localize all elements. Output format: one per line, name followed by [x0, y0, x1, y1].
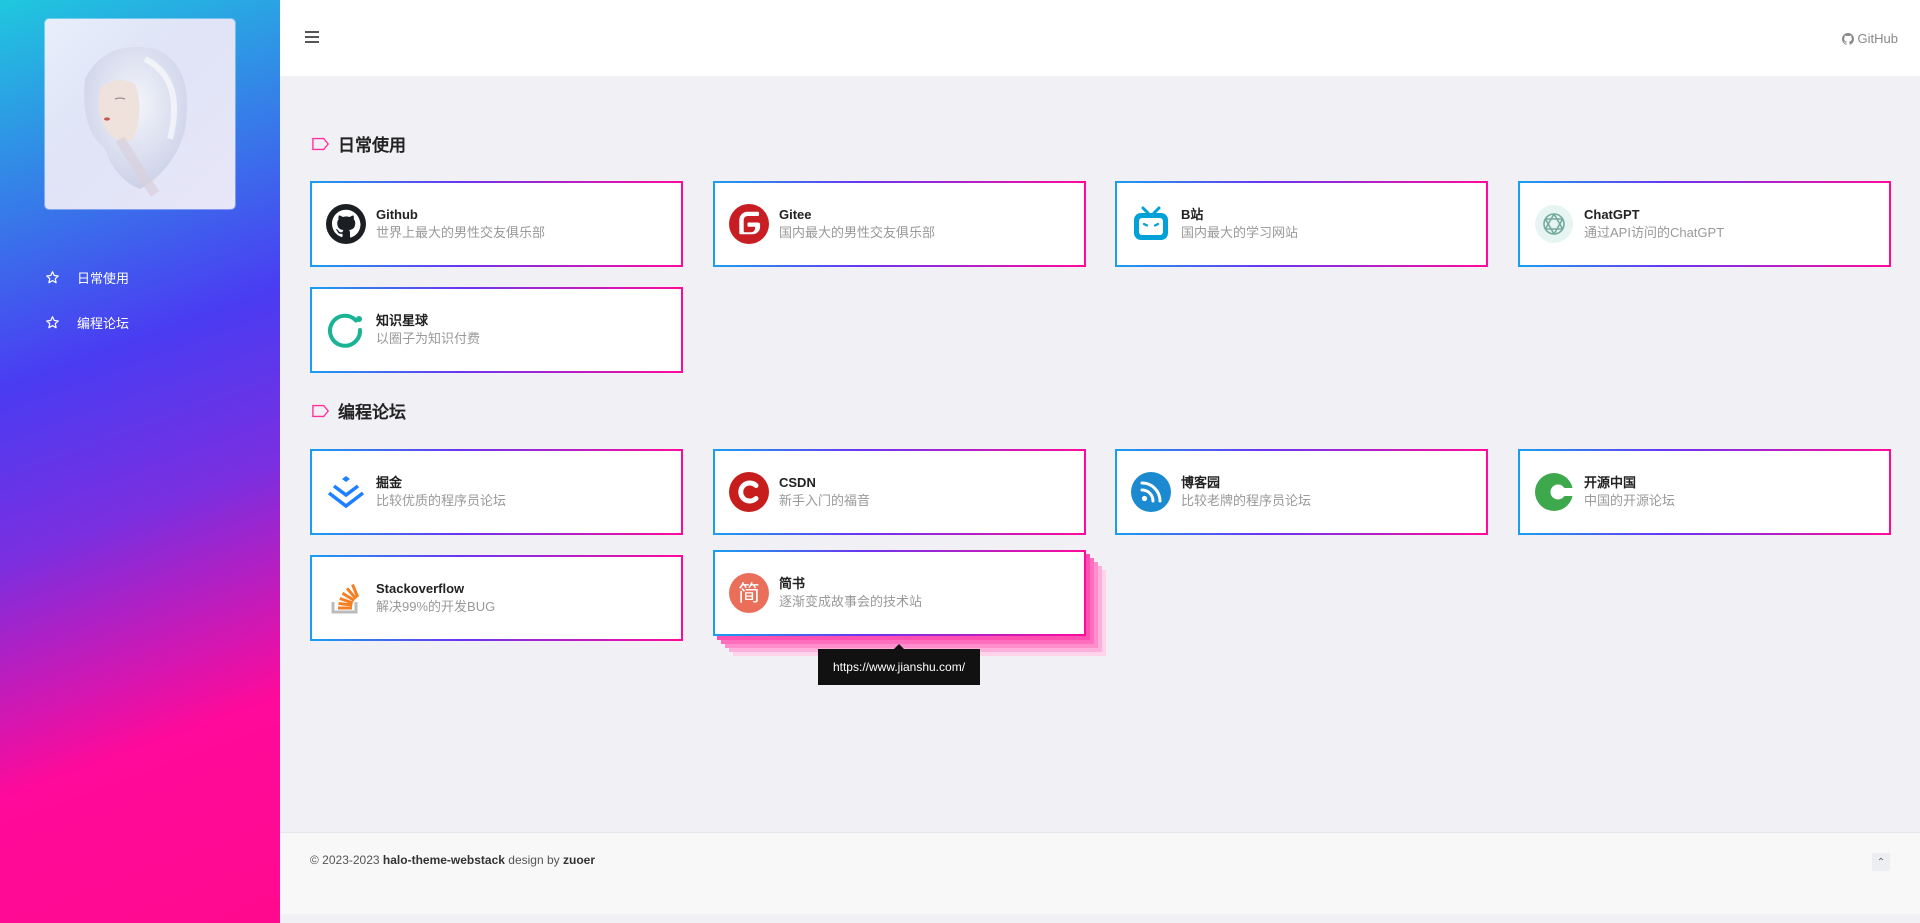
csdn-icon — [729, 472, 769, 512]
card-github[interactable]: Github 世界上最大的男性交友俱乐部 — [310, 181, 683, 267]
chatgpt-icon — [1535, 205, 1573, 243]
github-link[interactable]: GitHub — [1841, 31, 1898, 46]
card-jianshu[interactable]: 简 简书 逐渐变成故事会的技术站 — [713, 550, 1086, 636]
github-icon — [1841, 32, 1854, 45]
sidebar-item-forum[interactable]: 编程论坛 — [45, 300, 245, 345]
card-oschina[interactable]: 开源中国 中国的开源论坛 — [1518, 449, 1891, 535]
tag-icon — [312, 137, 330, 150]
footer-credit: © 2023-2023 halo-theme-webstack design b… — [310, 853, 596, 867]
bilibili-icon — [1134, 206, 1168, 240]
jianshu-icon: 简 — [729, 573, 769, 613]
section-title-forum: 编程论坛 — [312, 398, 406, 423]
stackoverflow-icon — [331, 583, 360, 614]
card-bilibili[interactable]: B站 国内最大的学习网站 — [1115, 181, 1488, 267]
gitee-icon — [729, 204, 769, 244]
author-link[interactable]: zuoer — [563, 853, 595, 867]
hamburger-menu-icon[interactable] — [305, 31, 319, 43]
sidebar: 日常使用 编程论坛 — [0, 0, 280, 923]
url-tooltip: https://www.jianshu.com/ — [818, 644, 980, 685]
sidebar-item-label: 编程论坛 — [77, 316, 130, 331]
avatar[interactable] — [45, 19, 235, 209]
zsxq-icon — [328, 313, 363, 348]
star-icon — [46, 316, 59, 329]
footer: © 2023-2023 halo-theme-webstack design b… — [280, 832, 1920, 914]
bottom-strip — [280, 914, 1920, 923]
card-chatgpt[interactable]: ChatGPT 通过API访问的ChatGPT — [1518, 181, 1891, 267]
back-to-top-button[interactable]: ⌃ — [1872, 853, 1890, 871]
svg-text:简: 简 — [738, 582, 760, 607]
card-stackoverflow[interactable]: Stackoverflow 解决99%的开发BUG — [310, 555, 683, 641]
card-gitee[interactable]: Gitee 国内最大的男性交友俱乐部 — [713, 181, 1086, 267]
portrait-image — [84, 47, 187, 197]
sidebar-item-label: 日常使用 — [77, 271, 130, 286]
star-icon — [46, 271, 59, 284]
juejin-icon — [327, 476, 365, 509]
card-cnblogs[interactable]: 博客园 比较老牌的程序员论坛 — [1115, 449, 1488, 535]
github-link-label: GitHub — [1857, 31, 1898, 46]
github-icon — [326, 204, 366, 244]
tag-icon — [312, 404, 330, 417]
theme-link[interactable]: halo-theme-webstack — [383, 853, 505, 867]
sidebar-item-daily[interactable]: 日常使用 — [45, 255, 245, 300]
sidebar-nav: 日常使用 编程论坛 — [45, 255, 245, 345]
card-juejin[interactable]: 掘金 比较优质的程序员论坛 — [310, 449, 683, 535]
chevron-up-icon: ⌃ — [1876, 856, 1886, 868]
card-csdn[interactable]: CSDN 新手入门的福音 — [713, 449, 1086, 535]
section-title-daily: 日常使用 — [312, 131, 406, 156]
top-header: GitHub — [280, 0, 1920, 76]
rss-icon — [1131, 472, 1171, 512]
card-zsxq[interactable]: 知识星球 以圈子为知识付费 — [310, 287, 683, 373]
oschina-icon — [1535, 473, 1574, 511]
